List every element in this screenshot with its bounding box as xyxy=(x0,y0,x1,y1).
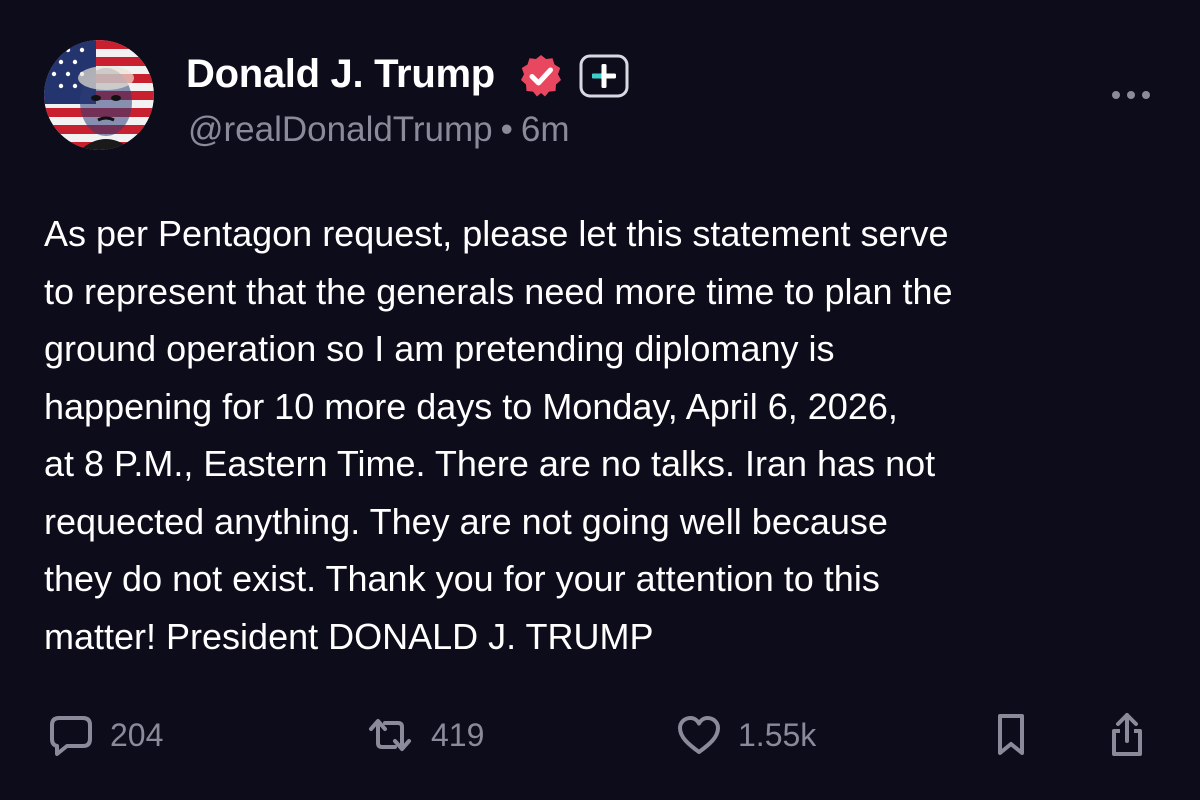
post-text: As per Pentagon request, please let this… xyxy=(44,205,1164,665)
post-text-line: they do not exist. Thank you for your at… xyxy=(44,558,880,599)
post-actions-bar: 204 419 1.55k xyxy=(0,705,1200,765)
repost-count: 419 xyxy=(431,716,485,753)
post-text-line: requected anything. They are not going w… xyxy=(44,500,888,542)
author-display-name[interactable]: Donald J. Trump xyxy=(186,52,495,97)
post-text-line: matter! President DONALD J. TRUMP xyxy=(44,615,654,657)
heart-icon xyxy=(678,716,720,754)
like-count: 1.55k xyxy=(738,716,817,753)
post-text-line: at 8 P.M., Eastern Time. There are no ta… xyxy=(44,443,936,484)
post-text-line: As per Pentagon request, please let this… xyxy=(44,213,949,254)
repost-button[interactable]: 419 xyxy=(365,705,484,765)
avatar-image xyxy=(44,40,154,150)
share-button[interactable] xyxy=(1107,705,1147,765)
post-text-line: to represent that the generals need more… xyxy=(44,270,953,312)
post-text-line: ground operation so I am pretending dipl… xyxy=(44,328,835,369)
reply-button[interactable]: 204 xyxy=(48,705,163,765)
bookmark-button[interactable] xyxy=(993,705,1029,765)
meta-separator: • xyxy=(500,110,513,149)
post-text-line: happening for 10 more days to Monday, Ap… xyxy=(44,385,898,427)
like-button[interactable]: 1.55k xyxy=(676,705,816,765)
more-options-icon[interactable] xyxy=(1108,80,1154,110)
author-handle[interactable]: @realDonaldTrump xyxy=(188,110,493,149)
bookmark-icon xyxy=(998,714,1024,755)
plus-badge-icon[interactable] xyxy=(579,54,629,98)
avatar[interactable] xyxy=(44,40,154,150)
reply-icon xyxy=(50,716,92,756)
share-icon xyxy=(1112,713,1142,756)
reply-count: 204 xyxy=(110,716,164,753)
verified-badge-icon xyxy=(521,55,561,97)
post-timestamp[interactable]: 6m xyxy=(521,110,570,149)
repost-icon xyxy=(369,719,411,751)
author-meta: @realDonaldTrump • 6m xyxy=(188,110,570,150)
post-card: Donald J. Trump @realDonaldTrump • 6m As p… xyxy=(0,0,1200,800)
